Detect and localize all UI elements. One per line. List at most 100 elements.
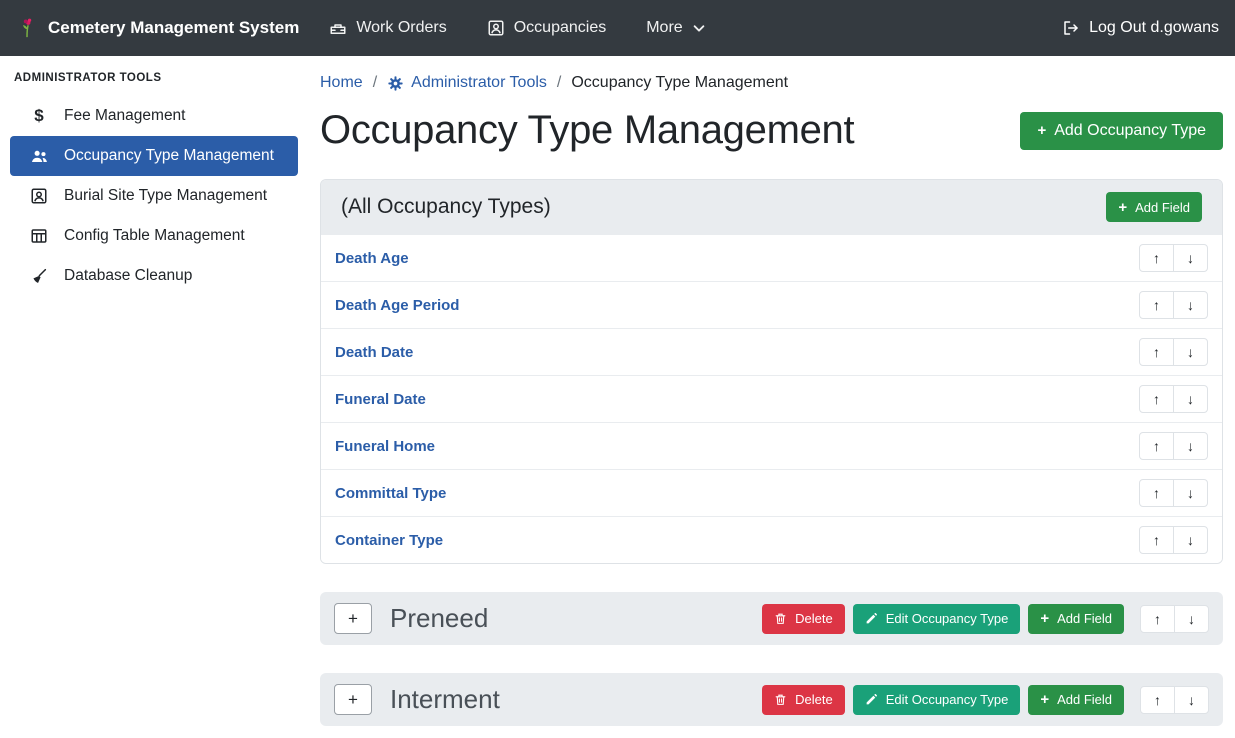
top-navbar: Cemetery Management System Work Orders O… — [0, 0, 1235, 56]
breadcrumb: Home / Administrator To — [320, 74, 1223, 92]
section-header: + Interment Delete — [320, 673, 1223, 726]
field-row: Container Type ↑ ↓ — [321, 516, 1222, 563]
field-row: Death Age ↑ ↓ — [321, 234, 1222, 281]
move-down-button[interactable]: ↓ — [1173, 291, 1208, 319]
edit-occupancy-type-label: Edit Occupancy Type — [886, 692, 1009, 707]
field-link[interactable]: Container Type — [335, 532, 443, 549]
breadcrumb-separator: / — [373, 74, 377, 92]
breadcrumb-home[interactable]: Home — [320, 74, 363, 92]
table-icon — [28, 227, 50, 245]
sidebar-item-label: Occupancy Type Management — [64, 147, 274, 165]
nav-links: Work Orders Occupancies More — [329, 19, 705, 37]
sidebar-section-title: ADMINISTRATOR TOOLS — [0, 56, 308, 96]
move-down-button[interactable]: ↓ — [1173, 338, 1208, 366]
reorder-controls: ↑ ↓ — [1139, 338, 1208, 366]
delete-button[interactable]: Delete — [762, 685, 845, 715]
reorder-controls: ↑ ↓ — [1139, 526, 1208, 554]
field-row: Funeral Date ↑ ↓ — [321, 375, 1222, 422]
move-up-button[interactable]: ↑ — [1139, 479, 1174, 507]
move-up-button[interactable]: ↑ — [1139, 432, 1174, 460]
move-up-button[interactable]: ↑ — [1139, 385, 1174, 413]
reorder-controls: ↑ ↓ — [1139, 385, 1208, 413]
move-down-button[interactable]: ↓ — [1173, 385, 1208, 413]
breadcrumb-separator: / — [557, 74, 561, 92]
breadcrumb-current: Occupancy Type Management — [571, 74, 788, 92]
move-up-button[interactable]: ↑ — [1140, 605, 1175, 633]
main-content: Home / Administrator To — [308, 56, 1235, 738]
field-row: Committal Type ↑ ↓ — [321, 469, 1222, 516]
sidebar-item-occupancy-type-management[interactable]: Occupancy Type Management — [10, 136, 298, 176]
edit-occupancy-type-label: Edit Occupancy Type — [886, 611, 1009, 626]
move-down-button[interactable]: ↓ — [1173, 244, 1208, 272]
add-field-label: Add Field — [1057, 611, 1112, 626]
nav-more-label: More — [646, 19, 682, 37]
sidebar-item-config-table-management[interactable]: Config Table Management — [10, 216, 298, 256]
nav-more[interactable]: More — [646, 19, 705, 37]
sidebar-item-fee-management[interactable]: $ Fee Management — [10, 96, 298, 136]
users-icon — [28, 147, 50, 166]
pencil-icon — [865, 693, 878, 706]
move-up-button[interactable]: ↑ — [1139, 338, 1174, 366]
broom-icon — [28, 267, 50, 285]
nav-work-orders[interactable]: Work Orders — [329, 19, 446, 37]
field-link[interactable]: Funeral Home — [335, 438, 435, 455]
add-occupancy-type-label: Add Occupancy Type — [1054, 122, 1206, 140]
dollar-icon: $ — [28, 106, 50, 126]
breadcrumb-administrator-tools[interactable]: Administrator Tools — [387, 74, 547, 92]
plus-icon: + — [1040, 692, 1049, 707]
move-up-button[interactable]: ↑ — [1139, 291, 1174, 319]
breadcrumb-administrator-tools-label: Administrator Tools — [411, 74, 547, 92]
field-link[interactable]: Funeral Date — [335, 391, 426, 408]
move-up-button[interactable]: ↑ — [1140, 686, 1175, 714]
logout-button[interactable]: Log Out d.gowans — [1062, 19, 1219, 37]
add-field-button[interactable]: + Add Field — [1028, 685, 1124, 715]
move-down-button[interactable]: ↓ — [1173, 432, 1208, 460]
move-up-button[interactable]: ↑ — [1139, 526, 1174, 554]
field-row: Death Age Period ↑ ↓ — [321, 281, 1222, 328]
delete-button[interactable]: Delete — [762, 604, 845, 634]
move-down-button[interactable]: ↓ — [1173, 526, 1208, 554]
reorder-controls: ↑ ↓ — [1140, 605, 1209, 633]
edit-occupancy-type-button[interactable]: Edit Occupancy Type — [853, 685, 1021, 715]
add-occupancy-type-button[interactable]: + Add Occupancy Type — [1020, 112, 1223, 150]
trash-icon — [774, 612, 787, 625]
work-orders-icon — [329, 19, 347, 37]
trash-icon — [774, 693, 787, 706]
sidebar-item-burial-site-type-management[interactable]: Burial Site Type Management — [10, 176, 298, 216]
nav-work-orders-label: Work Orders — [356, 19, 446, 37]
pencil-icon — [865, 612, 878, 625]
field-link[interactable]: Death Age Period — [335, 297, 459, 314]
sidebar-item-label: Burial Site Type Management — [64, 187, 267, 205]
move-down-button[interactable]: ↓ — [1173, 479, 1208, 507]
sidebar-item-database-cleanup[interactable]: Database Cleanup — [10, 256, 298, 296]
add-field-button[interactable]: + Add Field — [1106, 192, 1202, 222]
logout-label: Log Out d.gowans — [1089, 19, 1219, 37]
field-row: Death Date ↑ ↓ — [321, 328, 1222, 375]
plus-icon: + — [1040, 611, 1049, 626]
page-title: Occupancy Type Management — [320, 108, 854, 153]
app-title: Cemetery Management System — [48, 18, 299, 38]
move-up-button[interactable]: ↑ — [1139, 244, 1174, 272]
move-down-button[interactable]: ↓ — [1174, 605, 1209, 633]
field-link[interactable]: Committal Type — [335, 485, 446, 502]
section-actions: Delete Edit Occupancy Type + A — [762, 685, 1209, 715]
edit-occupancy-type-button[interactable]: Edit Occupancy Type — [853, 604, 1021, 634]
all-occupancy-types-header: (All Occupancy Types) + Add Field — [321, 180, 1222, 234]
card-title: (All Occupancy Types) — [341, 195, 551, 219]
field-link[interactable]: Death Date — [335, 344, 413, 361]
app-brand[interactable]: Cemetery Management System — [16, 17, 299, 39]
nav-occupancies[interactable]: Occupancies — [487, 19, 607, 37]
nav-occupancies-label: Occupancies — [514, 19, 607, 37]
expand-button[interactable]: + — [334, 603, 372, 634]
field-row: Funeral Home ↑ ↓ — [321, 422, 1222, 469]
reorder-controls: ↑ ↓ — [1139, 432, 1208, 460]
sidebar-item-label: Fee Management — [64, 107, 186, 125]
sidebar-item-label: Config Table Management — [64, 227, 245, 245]
occupancy-type-section-preneed: + Preneed Delete — [320, 592, 1223, 645]
field-link[interactable]: Death Age — [335, 250, 409, 267]
all-occupancy-types-card: (All Occupancy Types) + Add Field Death … — [320, 179, 1223, 564]
add-field-label: Add Field — [1135, 200, 1190, 215]
move-down-button[interactable]: ↓ — [1174, 686, 1209, 714]
expand-button[interactable]: + — [334, 684, 372, 715]
add-field-button[interactable]: + Add Field — [1028, 604, 1124, 634]
